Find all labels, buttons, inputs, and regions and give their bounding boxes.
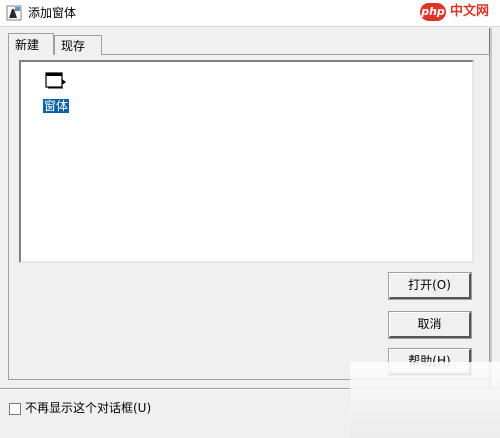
tab-existing[interactable]: 现存 <box>54 35 102 55</box>
tab-new[interactable]: 新建 <box>8 33 54 55</box>
title-bar[interactable]: 添加窗体 php 中文网 <box>0 0 500 27</box>
add-form-dialog: 添加窗体 php 中文网 现存 新建 窗体 打开(O) 取消 帮助(H) 不再显… <box>0 0 500 438</box>
open-button[interactable]: 打开(O) <box>388 272 472 300</box>
site-name: 中文网 <box>450 4 490 19</box>
cancel-button[interactable]: 取消 <box>388 311 472 339</box>
dont-show-checkbox[interactable] <box>9 403 21 415</box>
dont-show-label[interactable]: 不再显示这个对话框(U) <box>25 400 151 416</box>
dialog-edge-shadow <box>490 28 492 388</box>
form-list-view[interactable]: 窗体 <box>19 60 474 263</box>
php-logo: php <box>420 3 446 21</box>
watermark-overlay <box>350 362 500 438</box>
form-window-icon <box>45 72 66 89</box>
list-item-label: 窗体 <box>43 99 70 113</box>
vb-app-icon[interactable] <box>6 5 22 21</box>
window-title: 添加窗体 <box>28 6 77 20</box>
list-item-form[interactable]: 窗体 <box>41 68 71 113</box>
